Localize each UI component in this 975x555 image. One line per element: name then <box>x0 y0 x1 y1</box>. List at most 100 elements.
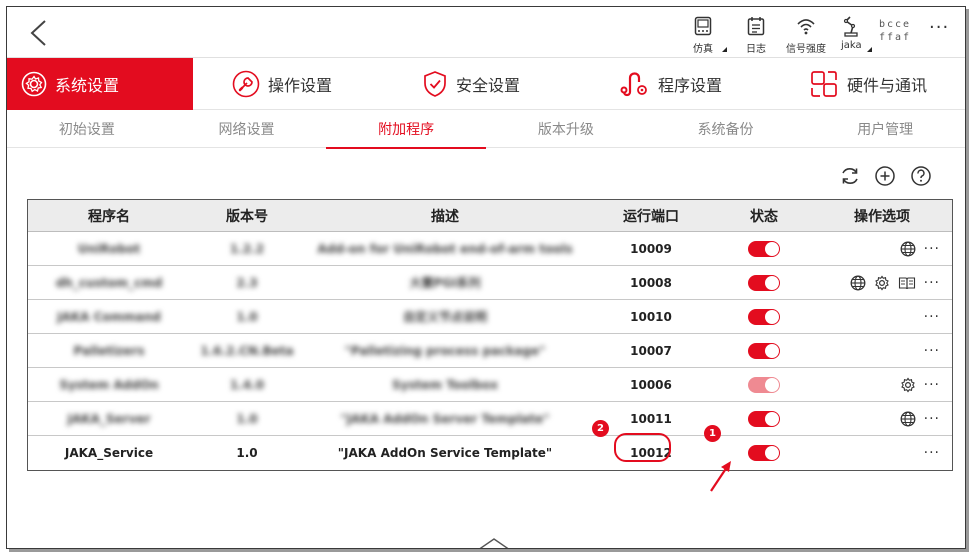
row-name: dh_custom_cmd <box>55 275 163 290</box>
table-row[interactable]: UniRobot 1.2.2 Add-on for UniRobot end-o… <box>28 232 952 266</box>
row-description: 自定义节点说明 <box>402 310 487 324</box>
globe-icon[interactable] <box>850 275 866 291</box>
port-highlight-box <box>614 433 671 462</box>
status-signal[interactable]: 信号强度 <box>786 13 826 55</box>
tab-safety-settings[interactable]: 安全设置 <box>371 58 571 110</box>
app-window: 仿真 日志 信号强度 jaka bcce ffaf ··· 系统设置 操作设置 … <box>6 6 966 549</box>
enable-toggle[interactable] <box>748 240 780 257</box>
robot-arm-icon <box>841 13 861 39</box>
row-description: "JAKA AddOn Service Template" <box>337 446 553 460</box>
table-row[interactable]: dh_custom_cmd 2.3 大寰PGI系列 10008 ··· <box>28 266 952 300</box>
enable-toggle[interactable] <box>748 445 780 461</box>
subtab-network-settings[interactable]: 网络设置 <box>167 110 327 148</box>
row-description: "JAKA AddOn Server Template" <box>340 411 550 426</box>
status-robot[interactable]: jaka <box>841 13 862 51</box>
globe-icon[interactable] <box>900 241 916 257</box>
table-row[interactable]: JAKA Command 1.0 自定义节点说明 10010 ··· <box>28 300 952 334</box>
row-ops: ··· <box>812 300 952 333</box>
row-more-button[interactable]: ··· <box>924 276 940 290</box>
tab-label: 安全设置 <box>455 76 520 95</box>
row-description: Add-on for UniRobot end-of-arm tools <box>317 241 573 256</box>
refresh-icon[interactable] <box>839 165 861 187</box>
row-more-button[interactable]: ··· <box>924 344 940 358</box>
back-arrow-icon[interactable] <box>27 19 51 47</box>
table-row[interactable]: Palletizers 1.6.2.CN.Beta "Palletizing p… <box>28 334 952 368</box>
header-version: 版本号 <box>226 208 268 225</box>
simulation-icon <box>694 13 712 39</box>
program-settings-icon <box>620 70 650 98</box>
enable-toggle[interactable] <box>748 376 780 393</box>
row-version: 1.0 <box>236 446 258 460</box>
header-state: 状态 <box>750 208 778 225</box>
table-row[interactable]: System AddOn 1.4.0 System Toolbox 10006 … <box>28 368 952 402</box>
table-row[interactable]: JAKA_Server 1.0 "JAKA AddOn Server Templ… <box>28 402 952 436</box>
annotation-badge-1: 1 <box>704 425 721 442</box>
enable-toggle[interactable] <box>748 410 780 427</box>
hardware-comm-icon <box>809 69 839 99</box>
row-more-button[interactable]: ··· <box>924 412 940 426</box>
tab-operation-settings[interactable]: 操作设置 <box>193 58 371 110</box>
row-version: 1.6.2.CN.Beta <box>200 343 294 358</box>
row-version: 1.2.2 <box>229 241 265 256</box>
row-version: 1.0 <box>236 309 258 324</box>
gear-icon[interactable] <box>874 275 890 291</box>
row-description: 大寰PGI系列 <box>409 276 481 290</box>
tab-label: 操作设置 <box>267 76 332 95</box>
row-port: 10006 <box>630 377 672 392</box>
row-name: Palletizers <box>73 343 145 358</box>
status-simulation[interactable]: 仿真 <box>693 13 713 55</box>
tab-hardware-comm[interactable]: 硬件与通讯 <box>771 58 965 110</box>
enable-toggle[interactable] <box>748 308 780 325</box>
status-label: jaka <box>841 40 862 51</box>
row-version: 1.0 <box>236 411 258 426</box>
annotation-arrow-icon <box>710 461 731 492</box>
annotation-badge-2: 2 <box>592 420 609 437</box>
add-circle-icon[interactable] <box>874 165 896 187</box>
row-more-button[interactable]: ··· <box>924 310 940 324</box>
help-circle-icon[interactable] <box>910 165 932 187</box>
sub-tabs: 初始设置 网络设置 附加程序 版本升级 系统备份 用户管理 <box>7 110 965 149</box>
row-name: JAKA_Server <box>67 411 151 426</box>
enable-toggle[interactable] <box>748 274 780 291</box>
row-port: 10007 <box>630 343 672 358</box>
dropdown-corner-icon <box>867 47 872 52</box>
row-description: "Palletizing process package" <box>344 343 546 358</box>
row-state <box>716 266 812 299</box>
table-row[interactable]: JAKA_Service 1.0 "JAKA AddOn Service Tem… <box>28 436 952 470</box>
row-state <box>716 402 812 435</box>
book-icon[interactable] <box>898 275 916 291</box>
tab-label: 系统设置 <box>55 76 120 95</box>
status-label: 仿真 <box>693 44 713 55</box>
enable-toggle[interactable] <box>748 342 780 359</box>
subtab-system-backup[interactable]: 系统备份 <box>646 110 806 148</box>
row-description: System Toolbox <box>392 377 498 392</box>
header-description: 描述 <box>431 208 459 225</box>
chevron-up-icon[interactable] <box>477 537 511 549</box>
status-label: 信号强度 <box>786 44 826 55</box>
row-name: JAKA Command <box>57 309 161 324</box>
subtab-addon-programs[interactable]: 附加程序 <box>326 110 486 149</box>
main-tabs: 系统设置 操作设置 安全设置 程序设置 硬件与通讯 <box>7 58 965 110</box>
row-more-button[interactable]: ··· <box>924 378 940 392</box>
globe-icon[interactable] <box>900 411 916 427</box>
tab-program-settings[interactable]: 程序设置 <box>571 58 771 110</box>
tab-system-settings[interactable]: 系统设置 <box>7 58 193 110</box>
row-more-button[interactable]: ··· <box>924 242 940 256</box>
subtab-version-upgrade[interactable]: 版本升级 <box>486 110 646 148</box>
subtab-initial-settings[interactable]: 初始设置 <box>7 110 167 148</box>
row-ops: ··· <box>812 334 952 367</box>
row-port: 10009 <box>630 241 672 256</box>
subtab-user-management[interactable]: 用户管理 <box>805 110 965 148</box>
row-state <box>716 368 812 401</box>
header-name: 程序名 <box>88 208 130 225</box>
row-more-button[interactable]: ··· <box>924 446 940 460</box>
gear-icon[interactable] <box>900 377 916 393</box>
more-menu-button[interactable]: ··· <box>929 17 949 38</box>
row-ops: ··· <box>812 368 952 401</box>
shield-check-icon <box>422 70 448 98</box>
status-log[interactable]: 日志 <box>746 13 766 55</box>
row-version: 2.3 <box>236 275 258 290</box>
tab-label: 硬件与通讯 <box>846 76 927 95</box>
header-port: 运行端口 <box>623 208 679 225</box>
table-header: 程序名 版本号 描述 运行端口 状态 操作选项 <box>28 200 952 232</box>
